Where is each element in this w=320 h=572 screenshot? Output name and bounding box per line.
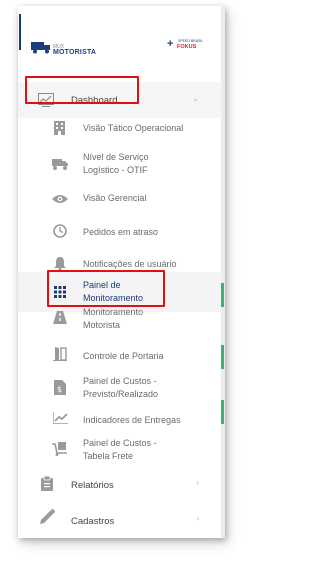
cadastros-label: Cadastros <box>71 516 115 527</box>
submenu-label: Controle de Portaria <box>83 351 164 361</box>
partner-plus-icon: + <box>167 38 174 50</box>
document-money-icon: $ <box>54 380 66 395</box>
submenu-item-visao-tatico[interactable]: Visão Tático Operacional <box>18 112 225 144</box>
submenu-item-indicadores-entregas[interactable]: Indicadores de Entregas <box>18 402 225 434</box>
submenu-label: Monitoramento Motorista <box>83 307 144 330</box>
menu-item-relatorios[interactable]: Relatórios › <box>18 468 225 500</box>
menu-item-cadastros[interactable]: Cadastros › <box>18 502 225 536</box>
partner-tagline: SPEED BRASIL <box>178 39 204 43</box>
road-icon <box>53 311 67 324</box>
status-indicator <box>221 400 224 424</box>
hand-truck-icon <box>52 442 68 456</box>
relatorios-label: Relatórios <box>71 480 114 491</box>
submenu-label: Visão Gerencial <box>83 193 147 203</box>
submenu-label: Painel de Custos - Previsto/Realizado <box>83 376 159 399</box>
chart-line-icon <box>38 93 54 107</box>
submenu-item-monitoramento-motorista[interactable]: Monitoramento Motorista <box>18 307 225 342</box>
submenu-label: Visão Tático Operacional <box>83 123 184 133</box>
submenu-item-controle-portaria[interactable]: Controle de Portaria <box>18 338 225 370</box>
status-indicator <box>221 283 224 307</box>
submenu-item-pedidos-atraso[interactable]: Pedidos em atraso <box>18 216 225 248</box>
chevron-right-icon: › <box>196 478 199 487</box>
chevron-right-icon: › <box>196 514 199 523</box>
dashboard-label: Dashboard <box>71 95 118 106</box>
submenu-label: Painel de Monitoramento <box>83 280 144 303</box>
submenu-item-visao-gerencial[interactable]: Visão Gerencial <box>18 184 225 216</box>
building-icon <box>54 121 65 135</box>
logo-area: MUX MOTORISTA + SPEED BRASIL FOKUS <box>18 6 225 84</box>
logo-brand-text: MOTORISTA <box>53 49 97 56</box>
logo-accent-bar <box>19 14 21 50</box>
submenu-label: Notificações de usuário <box>83 259 177 269</box>
chevron-down-icon: ⌄ <box>192 94 199 103</box>
content-edge <box>221 6 225 538</box>
submenu-label: Nível de Serviço Logístico - OTIF <box>83 152 149 175</box>
bell-icon <box>54 257 66 271</box>
submenu-label: Indicadores de Entregas <box>83 415 181 425</box>
pencil-icon <box>40 509 55 524</box>
submenu-label: Pedidos em atraso <box>83 227 159 237</box>
gate-icon <box>53 347 67 361</box>
clipboard-icon <box>41 476 53 491</box>
submenu-item-painel-custos-frete[interactable]: Painel de Custos - Tabela Frete <box>18 432 225 470</box>
partner-logo-text: FOKUS <box>177 44 197 50</box>
sidebar: MUX MOTORISTA + SPEED BRASIL FOKUS Dashb… <box>18 6 225 538</box>
eye-icon <box>52 194 68 204</box>
area-chart-icon <box>53 412 68 424</box>
clock-icon <box>53 224 67 238</box>
submenu-item-nivel-servico[interactable]: Nível de Serviço Logístico - OTIF <box>18 146 225 184</box>
truck-logo-icon <box>31 42 50 54</box>
grid-icon <box>54 286 66 298</box>
svg-text:$: $ <box>57 385 62 394</box>
submenu-label: Painel de Custos - Tabela Frete <box>83 438 157 461</box>
status-indicator <box>221 345 224 369</box>
truck-icon <box>52 158 68 170</box>
